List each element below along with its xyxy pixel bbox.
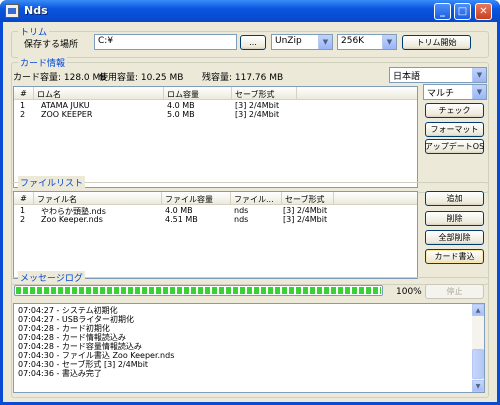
card-write-button[interactable]: カード書込 xyxy=(425,249,484,264)
scroll-up-icon[interactable]: ▲ xyxy=(472,304,484,316)
browse-button[interactable]: ... xyxy=(240,35,266,50)
close-button[interactable]: ✕ xyxy=(475,3,492,20)
rom-row-index: 2 xyxy=(20,110,26,119)
file-row-save: [3] 2/4Mbit xyxy=(283,215,328,224)
file-list[interactable]: # ファイル名 ファイル容量 ファイル... セーブ形式 1 やわらか頭塾.nd… xyxy=(13,191,418,279)
file-row-type: nds xyxy=(234,206,249,215)
scroll-down-icon[interactable]: ▼ xyxy=(472,380,484,392)
write-progress-bar xyxy=(14,285,383,296)
app-window: Nds _ □ ✕ トリム 保存する場所 C:¥ ... UnZip ▼ 256… xyxy=(0,0,500,405)
chevron-down-icon: ▼ xyxy=(318,35,332,49)
mode-select[interactable]: マルチ ▼ xyxy=(423,84,487,100)
file-row-name: Zoo Keeper.nds xyxy=(41,215,103,224)
language-select-value: 日本語 xyxy=(393,72,421,82)
rom-list[interactable]: # ロム名 ロム容量 セーブ形式 1 ATAMA JUKU 4.0 MB [3]… xyxy=(13,86,418,188)
unzip-select-value: UnZip xyxy=(275,36,302,46)
log-line: 07:04:30 - セーブ形式 [3] 2/4Mbit xyxy=(18,360,149,369)
file-row-size: 4.51 MB xyxy=(165,215,198,224)
log-line: 07:04:30 - ファイル書込 Zoo Keeper.nds xyxy=(18,351,175,360)
size-select[interactable]: 256K ▼ xyxy=(337,34,397,50)
title-bar[interactable]: Nds _ □ ✕ xyxy=(0,0,500,22)
log-line: 07:04:36 - 書込み完了 xyxy=(18,369,102,378)
scroll-thumb[interactable] xyxy=(472,349,484,379)
file-list-group-title: ファイルリスト xyxy=(18,176,86,189)
rom-row-name: ZOO KEEPER xyxy=(41,110,93,119)
file-row-index: 1 xyxy=(20,206,26,215)
size-select-value: 256K xyxy=(341,36,365,46)
unzip-select[interactable]: UnZip ▼ xyxy=(271,34,333,50)
log-line: 07:04:27 - システム初期化 xyxy=(18,306,118,315)
rom-col-name[interactable]: ロム名 xyxy=(34,87,164,100)
minimize-icon: _ xyxy=(440,6,445,17)
delete-button[interactable]: 削除 xyxy=(425,211,484,226)
log-line: 07:04:28 - カード初期化 xyxy=(18,324,110,333)
rom-row-index: 1 xyxy=(20,101,26,110)
chevron-down-icon: ▼ xyxy=(382,35,396,49)
close-icon: ✕ xyxy=(479,6,488,17)
app-icon xyxy=(5,4,19,18)
save-location-label: 保存する場所 xyxy=(24,40,79,50)
language-select[interactable]: 日本語 ▼ xyxy=(389,67,487,83)
update-os-button[interactable]: アップデートOS xyxy=(425,139,484,154)
log-line: 07:04:28 - カード情報読込み xyxy=(18,333,126,342)
file-col-name[interactable]: ファイル名 xyxy=(34,192,162,205)
delete-all-button[interactable]: 全部削除 xyxy=(425,230,484,245)
file-row-size: 4.0 MB xyxy=(165,206,193,215)
file-col-index[interactable]: # xyxy=(14,192,34,205)
rom-row-save: [3] 2/4Mbit xyxy=(235,101,280,110)
log-lines: 07:04:27 - システム初期化 07:04:27 - USBライター初期化… xyxy=(14,304,484,380)
stop-button[interactable]: 停止 xyxy=(425,284,484,299)
file-col-type[interactable]: ファイル... xyxy=(231,192,282,205)
message-log[interactable]: 07:04:27 - システム初期化 07:04:27 - USBライター初期化… xyxy=(13,303,485,393)
maximize-button[interactable]: □ xyxy=(454,3,471,20)
file-row-type: nds xyxy=(234,215,249,224)
log-line: 07:04:28 - カード容量情報読込み xyxy=(18,342,142,351)
log-scrollbar[interactable]: ▲ ▼ xyxy=(472,304,484,392)
rom-list-header: # ロム名 ロム容量 セーブ形式 xyxy=(14,87,417,100)
window-title: Nds xyxy=(24,4,48,17)
rom-row-save: [3] 2/4Mbit xyxy=(235,110,280,119)
card-info-group-title: カード情報 xyxy=(18,56,68,69)
rom-col-size[interactable]: ロム容量 xyxy=(164,87,232,100)
used-capacity-text: 使用容量: 10.25 MB xyxy=(99,73,184,83)
chevron-down-icon: ▼ xyxy=(472,68,486,82)
minimize-button[interactable]: _ xyxy=(434,3,451,20)
log-line: 07:04:27 - USBライター初期化 xyxy=(18,315,135,324)
rom-row-size: 5.0 MB xyxy=(167,110,195,119)
format-button[interactable]: フォーマット xyxy=(425,122,484,137)
chevron-down-icon: ▼ xyxy=(472,85,486,99)
file-list-header: # ファイル名 ファイル容量 ファイル... セーブ形式 xyxy=(14,192,417,205)
progress-percent-text: 100% xyxy=(396,287,422,297)
trim-start-button[interactable]: トリム開始 xyxy=(402,35,471,50)
check-button[interactable]: チェック xyxy=(425,103,484,118)
card-capacity-text: カード容量: 128.0 MB xyxy=(13,73,107,83)
add-button[interactable]: 追加 xyxy=(425,191,484,206)
rom-row-size: 4.0 MB xyxy=(167,101,195,110)
client-area: トリム 保存する場所 C:¥ ... UnZip ▼ 256K ▼ トリム開始 … xyxy=(3,22,497,402)
message-log-group-title: メッセージログ xyxy=(18,271,85,284)
rom-row-name: ATAMA JUKU xyxy=(41,101,90,110)
file-row-save: [3] 2/4Mbit xyxy=(283,206,328,215)
file-row-index: 2 xyxy=(20,215,26,224)
rom-col-save[interactable]: セーブ形式 xyxy=(232,87,297,100)
mode-select-value: マルチ xyxy=(427,89,455,99)
file-col-size[interactable]: ファイル容量 xyxy=(162,192,231,205)
progress-fill xyxy=(16,287,381,294)
remaining-capacity-text: 残容量: 117.76 MB xyxy=(202,73,284,83)
file-col-save[interactable]: セーブ形式 xyxy=(282,192,334,205)
save-location-input[interactable]: C:¥ xyxy=(94,34,237,50)
rom-col-index[interactable]: # xyxy=(14,87,34,100)
maximize-icon: □ xyxy=(457,6,468,17)
